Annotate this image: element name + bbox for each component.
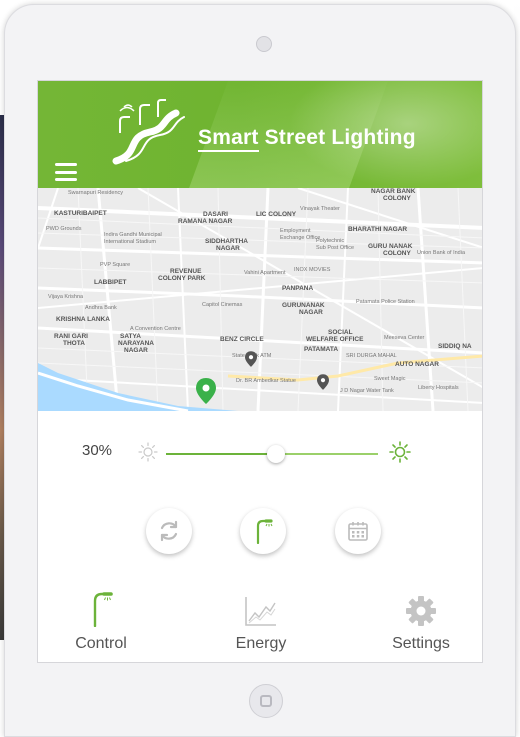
map-label: SIDDIQ NA [438,343,472,350]
tab-control-label: Control [75,635,127,652]
map-label: NAGAR BANK [371,188,416,195]
map-label: International Stadium [104,239,156,245]
map-label: SATYA [120,333,141,340]
map-label: Union Bank of India [417,250,466,256]
refresh-icon [160,520,178,542]
app-header: Smart Street Lighting [38,81,482,188]
tab-settings[interactable]: Settings [366,591,476,661]
tab-settings-label: Settings [392,635,450,652]
map-pin-icon[interactable] [245,351,257,367]
line-chart-icon [245,597,276,626]
map-label: RANI GARI [54,333,88,340]
map-label: SOCIAL [328,329,353,336]
home-button[interactable] [249,684,283,718]
map-label: THOTA [63,340,85,347]
map-label: GURU NANAK [368,243,413,250]
home-square-icon [260,695,272,707]
map-label: SIDDHARTHA [205,238,248,245]
map-label: NAGAR [299,309,323,316]
map-pin-icon[interactable] [317,374,329,390]
gear-icon [406,596,436,626]
map-label: PANPANA [282,285,314,292]
brightness-slider-fill [166,453,277,455]
map-label: LIC COLONY [256,211,297,218]
calendar-icon [348,522,368,541]
map-label: GURUNANAK [282,302,325,309]
map-label: BENZ CIRCLE [220,336,264,343]
map-label: NAGAR [124,347,148,354]
map-label: Patamata Police Station [356,299,415,305]
hamburger-menu-icon[interactable] [55,163,77,181]
map-label: Vahini Apartment [244,270,286,276]
lamp-button[interactable] [240,508,286,554]
map-label: LABBIPET [94,279,127,286]
brightness-slider[interactable] [166,445,378,463]
map-label: Vinayak Theater [300,206,340,212]
app-title-part2: Street Lighting [258,126,416,149]
street-lamp-icon [256,519,273,544]
map-label: KASTURIBAIPET [54,210,107,217]
map-label: Liberty Hospitals [418,385,459,391]
tab-energy[interactable]: Energy [206,591,316,661]
map-label: BHARATHI NAGAR [348,226,408,233]
map-label: Vijaya Krishna [48,294,84,300]
app-title: Smart Street Lighting [198,126,416,152]
map-label: INOX MOVIES [294,267,331,273]
map-label: J D Nagar Water Tank [340,388,394,394]
sun-bright-icon [389,441,411,463]
map-pin-active-icon[interactable] [196,378,216,404]
tab-energy-label: Energy [235,635,287,652]
app-screen: Smart Street Lighting Swarnapuri Residen… [37,80,483,663]
app-title-part1: Smart [198,126,259,152]
map-label: WELFARE OFFICE [306,336,364,343]
sun-dim-icon [138,442,158,462]
map-label: RAMANA NAGAR [178,218,233,225]
map-label: Meeseva Center [384,335,425,341]
schedule-button[interactable] [335,508,381,554]
map-label: Employment [280,228,311,234]
map-label: Exchange Office [280,235,321,241]
map-label: PWD Grounds [46,226,82,232]
map-label: COLONY [383,195,411,202]
map-label: Capitol Cinemas [202,302,243,308]
brightness-value: 30% [82,442,113,459]
street-map[interactable]: Swarnapuri Residency KASTURIBAIPET DASAR… [38,188,482,411]
tab-control[interactable]: Control [46,591,156,661]
street-light-logo-icon [112,99,185,165]
map-label: Dr. BR Ambedkar Statue [236,378,296,384]
map-label: NAGAR [216,245,240,252]
map-label: Indira Gandhi Municipal [104,232,162,238]
map-label: REVENUE [170,268,202,275]
map-label: A Convention Centre [130,326,181,332]
map-label: KRISHNA LANKA [56,316,110,323]
refresh-button[interactable] [146,508,192,554]
map-label: Polytechnic [316,238,345,244]
map-label: SRI DURGA MAHAL [346,353,397,359]
map-label: Swarnapuri Residency [68,190,124,196]
map-label: COLONY PARK [158,275,206,282]
map-label: Andhra Bank [85,305,117,311]
map-label: Sweet Magic [374,376,406,382]
map-label: Sub Post Office [316,245,355,251]
brightness-control: 30% [38,411,482,481]
map-label: AUTO NAGAR [395,361,439,368]
map-label: PATAMATA [304,346,339,353]
brightness-slider-thumb[interactable] [267,445,286,463]
camera-icon [256,36,272,52]
map-label: DASARI [203,211,228,218]
map-label: COLONY [383,250,411,257]
map-label: NARAYANA [118,340,155,347]
street-lamp-icon [93,592,113,627]
map-label: PVP Square [100,262,131,268]
